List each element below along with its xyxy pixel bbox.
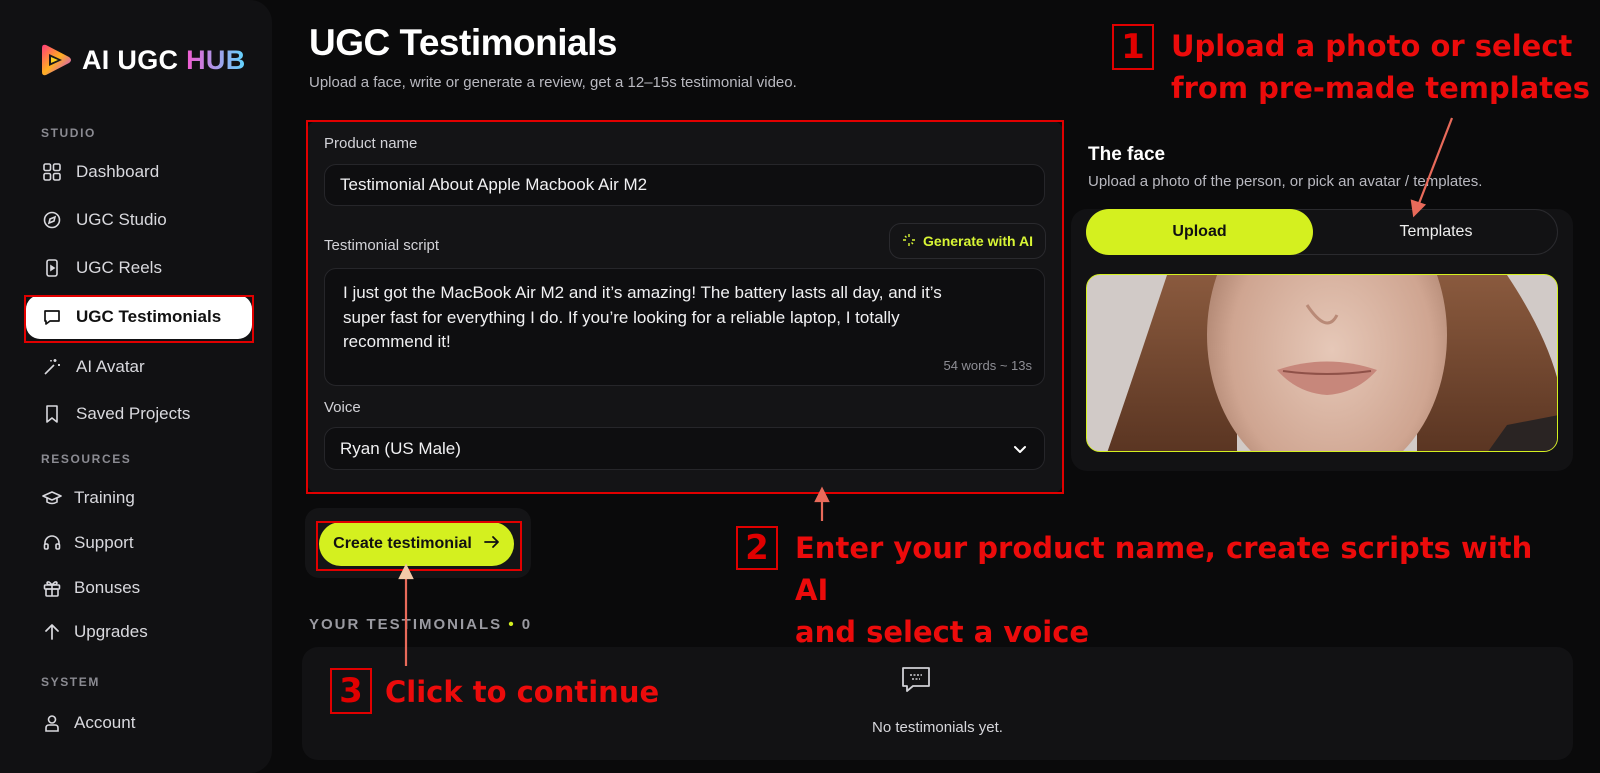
annotation-arrows <box>398 117 1454 666</box>
